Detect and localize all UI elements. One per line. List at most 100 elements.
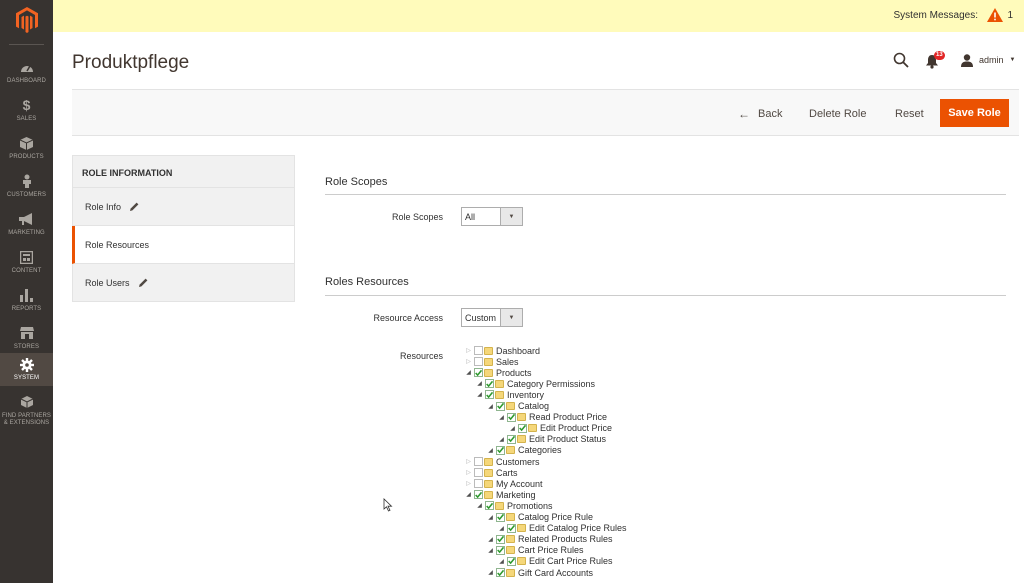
tree-node-label[interactable]: Edit Product Price [540, 423, 612, 433]
chevron-down-icon: ▼ [1009, 57, 1016, 63]
tree-node-checkbox[interactable] [496, 512, 505, 522]
tree-node-label[interactable]: Gift Card Accounts [518, 568, 593, 578]
tree-node-label[interactable]: Inventory [507, 390, 544, 400]
tree-collapse-icon[interactable]: ◢ [475, 391, 484, 398]
tree-node-checkbox[interactable] [485, 379, 494, 389]
tree-node-checkbox[interactable] [496, 534, 505, 544]
tree-node-checkbox[interactable] [474, 468, 483, 478]
tree-collapse-icon[interactable]: ◢ [475, 502, 484, 509]
notifications-button[interactable]: 13 [926, 51, 948, 70]
tree-node-label[interactable]: Catalog Price Rule [518, 512, 593, 522]
back-button[interactable]: ← Back [738, 90, 782, 137]
tree-collapse-icon[interactable]: ◢ [497, 414, 506, 421]
nav-content[interactable]: CONTENT [0, 243, 53, 281]
tree-node-checkbox[interactable] [474, 490, 483, 500]
tree-expand-icon[interactable]: ▷ [464, 347, 473, 354]
tree-collapse-icon[interactable]: ◢ [464, 491, 473, 498]
user-icon [961, 53, 973, 67]
reset-button[interactable]: Reset [895, 90, 924, 137]
tree-node-label[interactable]: Dashboard [496, 346, 540, 356]
tree-node-label[interactable]: Cart Price Rules [518, 545, 584, 555]
tree-node-checkbox[interactable] [507, 556, 516, 566]
tree-node-label[interactable]: Edit Cart Price Rules [529, 556, 613, 566]
role-information-tabs: ROLE INFORMATION Role Info Role Resource… [72, 155, 295, 302]
folder-icon [506, 568, 515, 577]
user-menu[interactable]: admin ▼ [961, 52, 1015, 68]
tree-node-checkbox[interactable] [507, 523, 516, 533]
tree-node-label[interactable]: Promotions [507, 501, 553, 511]
tree-collapse-icon[interactable]: ◢ [475, 380, 484, 387]
tree-collapse-icon[interactable]: ◢ [486, 514, 495, 521]
nav-reports[interactable]: REPORTS [0, 281, 53, 319]
tree-node-checkbox[interactable] [485, 390, 494, 400]
tree-expand-icon[interactable]: ▷ [464, 458, 473, 465]
resource-access-select[interactable]: Custom ▼ [461, 308, 523, 327]
tree-node-label[interactable]: Marketing [496, 490, 536, 500]
tree-collapse-icon[interactable]: ◢ [486, 547, 495, 554]
tree-collapse-icon[interactable]: ◢ [486, 403, 495, 410]
tree-node-label[interactable]: Edit Product Status [529, 434, 606, 444]
tree-node-label[interactable]: Categories [518, 445, 562, 455]
tree-collapse-icon[interactable]: ◢ [508, 425, 517, 432]
tree-node-label[interactable]: Products [496, 368, 532, 378]
tree-node-checkbox[interactable] [518, 423, 527, 433]
tree-collapse-icon[interactable]: ◢ [486, 447, 495, 454]
search-icon[interactable] [893, 52, 909, 68]
role-scopes-select[interactable]: All ▼ [461, 207, 523, 226]
section-divider [325, 295, 1006, 296]
tree-node-label[interactable]: My Account [496, 479, 543, 489]
nav-find-partners[interactable]: FIND PARTNERS & EXTENSIONS [0, 391, 53, 431]
tab-role-users[interactable]: Role Users [72, 264, 295, 302]
delete-role-button[interactable]: Delete Role [809, 90, 866, 137]
tree-node-checkbox[interactable] [507, 412, 516, 422]
tree-collapse-icon[interactable]: ◢ [497, 558, 506, 565]
nav-products[interactable]: PRODUCTS [0, 129, 53, 167]
tree-node-label[interactable]: Read Product Price [529, 412, 607, 422]
tree-node-checkbox[interactable] [496, 568, 505, 577]
roles-resources-section-title: Roles Resources [325, 276, 409, 288]
folder-icon [495, 390, 504, 399]
tree-node-checkbox[interactable] [496, 545, 505, 555]
tree-node-checkbox[interactable] [474, 457, 483, 466]
system-messages-count[interactable]: 1 [1007, 10, 1013, 21]
nav-dashboard[interactable]: DASHBOARD [0, 53, 53, 91]
magento-logo[interactable] [0, 0, 53, 40]
tree-node-checkbox[interactable] [474, 479, 483, 489]
tree-collapse-icon[interactable]: ◢ [497, 525, 506, 532]
tree-node-label[interactable]: Customers [496, 457, 540, 467]
warning-icon[interactable] [987, 8, 1003, 22]
system-messages-label[interactable]: System Messages: [894, 10, 978, 21]
nav-marketing[interactable]: MARKETING [0, 205, 53, 243]
tree-node-label[interactable]: Related Products Rules [518, 534, 613, 544]
tree-node-checkbox[interactable] [485, 501, 494, 511]
nav-label: CONTENT [11, 267, 42, 274]
nav-sales[interactable]: $ SALES [0, 91, 53, 129]
tree-node-checkbox[interactable] [496, 401, 505, 411]
tree-node-checkbox[interactable] [474, 357, 483, 367]
nav-stores[interactable]: STORES [0, 319, 53, 357]
tree-collapse-icon[interactable]: ◢ [486, 536, 495, 543]
tab-role-info[interactable]: Role Info [72, 188, 295, 226]
tree-node-label[interactable]: Catalog [518, 401, 549, 411]
tree-node-label[interactable]: Category Permissions [507, 379, 595, 389]
tree-expand-icon[interactable]: ▷ [464, 358, 473, 365]
save-role-button[interactable]: Save Role [940, 99, 1009, 127]
tab-role-resources[interactable]: Role Resources [72, 226, 295, 264]
tree-node-label[interactable]: Sales [496, 357, 519, 367]
tree-expand-icon[interactable]: ▷ [464, 469, 473, 476]
tree-node: ◢ Edit Product Status [497, 434, 606, 445]
folder-icon [484, 357, 493, 366]
tree-collapse-icon[interactable]: ◢ [497, 436, 506, 443]
checkmark-icon [497, 536, 504, 543]
tree-node-checkbox[interactable] [474, 346, 483, 355]
nav-system[interactable]: SYSTEM [0, 353, 53, 386]
tree-node-checkbox[interactable] [474, 368, 483, 378]
tree-node-label[interactable]: Carts [496, 468, 518, 478]
tree-collapse-icon[interactable]: ◢ [486, 569, 495, 576]
tree-node-checkbox[interactable] [507, 434, 516, 444]
tree-node-checkbox[interactable] [496, 445, 505, 455]
tree-collapse-icon[interactable]: ◢ [464, 369, 473, 376]
tree-expand-icon[interactable]: ▷ [464, 480, 473, 487]
tree-node-label[interactable]: Edit Catalog Price Rules [529, 523, 627, 533]
nav-customers[interactable]: CUSTOMERS [0, 167, 53, 205]
